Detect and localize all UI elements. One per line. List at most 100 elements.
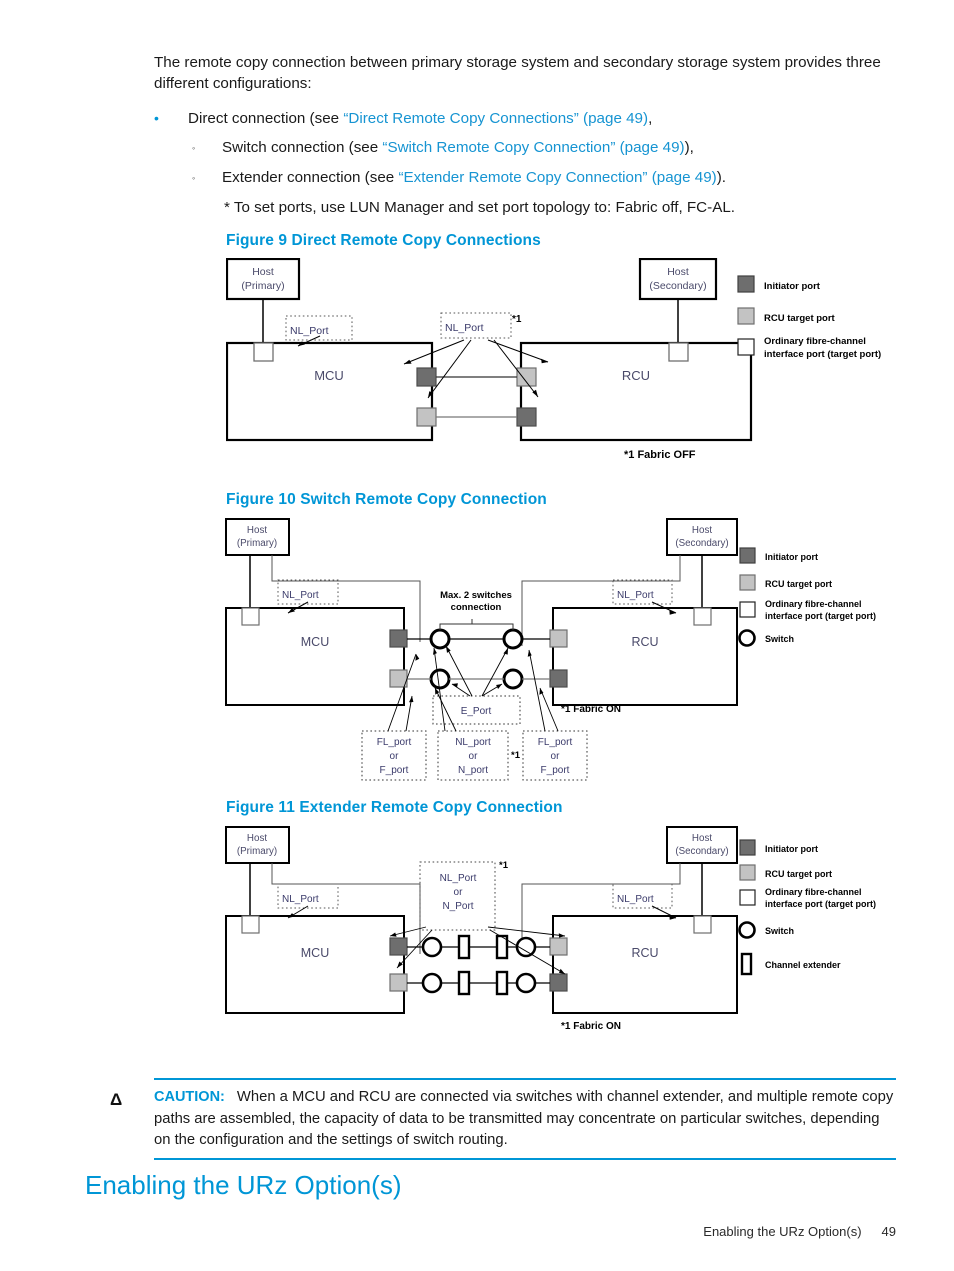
- legend-switch-label: Switch: [765, 926, 794, 936]
- mcu-initiator-port: [389, 937, 408, 956]
- callout-nl-port-left-label: NL_Port: [290, 325, 329, 337]
- mcu-ordinary-port: [241, 915, 260, 934]
- configuration-list: • Direct connection (see “Direct Remote …: [154, 108, 904, 226]
- legend-switch-label: Switch: [765, 634, 794, 644]
- section-heading: Enabling the URz Option(s): [85, 1170, 402, 1200]
- link-extender-remote-copy-connection[interactable]: “Extender Remote Copy Connection” (page …: [398, 169, 716, 186]
- callout-fl-port-left: FL_port or F_port: [361, 730, 427, 781]
- extender-bottom-left: [457, 970, 471, 996]
- callout-e-port-label: E_Port: [461, 706, 492, 717]
- callout-nl-n-port-mid: NL_Port or N_Port *1: [389, 860, 566, 975]
- callout-nl-port-mid-sup: *1: [512, 314, 522, 325]
- list-item-text: Switch connection (see “Switch Remote Co…: [222, 137, 904, 158]
- mcu-initiator-port: [416, 367, 437, 387]
- list-item: ◦ Extender connection (see “Extender Rem…: [154, 167, 904, 189]
- extender-bottom-right: [495, 970, 509, 996]
- document-page: The remote copy connection between prima…: [0, 0, 954, 1271]
- link-direct-remote-copy-connections[interactable]: “Direct Remote Copy Connections” (page 4…: [343, 110, 648, 127]
- intro-paragraph: The remote copy connection between prima…: [154, 54, 881, 92]
- legend-ordinary-label: Ordinary fibre-channel: [765, 599, 862, 609]
- nl-mid-sup: *1: [511, 750, 521, 761]
- fabric-note: *1 Fabric ON: [561, 704, 621, 715]
- mcu-initiator-port: [389, 629, 408, 648]
- rcu-target-port: [516, 367, 537, 387]
- callout-mid-line2: or: [454, 887, 464, 898]
- host-primary-line1: Host: [247, 833, 267, 844]
- max-switches-line2: connection: [451, 602, 502, 613]
- link-switch-remote-copy-connection[interactable]: “Switch Remote Copy Connection” (page 49…: [382, 139, 684, 156]
- host-primary-box: Host (Primary): [225, 518, 290, 556]
- legend-rcu-target-label: RCU target port: [765, 869, 832, 879]
- host-secondary-line2: (Secondary): [675, 846, 728, 857]
- host-primary-line1: Host: [252, 266, 274, 278]
- host-primary-box: Host (Primary): [225, 826, 290, 864]
- legend-rcu-target-swatch: [739, 574, 756, 591]
- callout-nl-port-right-label: NL_Port: [617, 894, 654, 905]
- figure-10-diagram: Host (Primary) Host (Secondary) MCU RCU: [220, 518, 910, 783]
- rcu-initiator-port: [549, 669, 568, 688]
- mcu-label: MCU: [301, 635, 329, 649]
- bullet-marker-icon: ◦: [192, 173, 196, 183]
- rcu-initiator-port: [549, 973, 568, 992]
- legend-initiator-swatch: [739, 547, 756, 564]
- legend-rcu-target-label: RCU target port: [764, 313, 836, 324]
- footer-page-number: 49: [881, 1224, 896, 1239]
- host-primary-line2: (Primary): [241, 280, 284, 292]
- nl-mid-line1: NL_port: [455, 737, 491, 748]
- figure-11-legend: Initiator port RCU target port Ordinary …: [738, 839, 876, 976]
- fl-right-line3: F_port: [541, 765, 570, 776]
- host-secondary-box: Host (Secondary): [666, 826, 738, 864]
- mcu-label: MCU: [314, 368, 344, 383]
- callout-fl-port-right: FL_port or F_port: [522, 730, 588, 781]
- callout-pointer-lines: [387, 647, 559, 732]
- callout-nl-port-right-label: NL_Port: [617, 590, 654, 601]
- figure-10-caption: Figure 10 Switch Remote Copy Connection: [226, 491, 547, 508]
- figure-9-caption: Figure 9 Direct Remote Copy Connections: [226, 232, 541, 249]
- caution-block: Δ CAUTION: When a MCU and RCU are connect…: [110, 1078, 896, 1160]
- legend-initiator-label: Initiator port: [764, 281, 821, 292]
- max-switches-line1: Max. 2 switches: [440, 590, 512, 601]
- rcu-target-port: [549, 629, 568, 648]
- host-secondary-line2: (Secondary): [675, 538, 728, 549]
- legend-ordinary-label: Ordinary fibre-channel: [765, 887, 862, 897]
- caution-message: When a MCU and RCU are connected via swi…: [154, 1089, 894, 1148]
- fl-right-line2: or: [551, 751, 561, 762]
- callout-nl-port-mid: NL_port or N_port *1: [437, 730, 521, 781]
- mcu-ordinary-port: [253, 342, 274, 362]
- figure-9-diagram: Host (Primary) Host (Secondary) MCU RCU: [226, 258, 906, 470]
- host-secondary-line1: Host: [667, 266, 689, 278]
- callout-nl-port-left-label: NL_Port: [282, 590, 319, 601]
- bullet-marker-icon: ◦: [192, 143, 196, 153]
- callout-mid-sup: *1: [499, 860, 509, 871]
- fabric-note: *1 Fabric OFF: [624, 449, 696, 461]
- legend-rcu-target-swatch: [739, 864, 756, 881]
- host-primary-line2: (Primary): [237, 538, 277, 549]
- callout-nl-port-left: NL_Port: [277, 883, 339, 919]
- host-primary-box: Host (Primary): [226, 258, 301, 301]
- legend-switch-icon: [738, 629, 756, 647]
- rcu-initiator-port: [516, 407, 537, 427]
- callout-mid-line3: N_Port: [442, 901, 473, 912]
- page-footer: Enabling the URz Option(s) 49: [703, 1224, 896, 1239]
- bullet-marker-icon: •: [154, 110, 159, 126]
- switch-bottom-left: [429, 668, 451, 690]
- warning-triangle-icon: Δ: [110, 1090, 123, 1109]
- mcu-rcu-target-port: [416, 407, 437, 427]
- legend-initiator-swatch: [739, 839, 756, 856]
- legend-ordinary-swatch: [737, 338, 755, 356]
- switch-top-left: [421, 936, 443, 958]
- host-secondary-box: Host (Secondary): [666, 518, 738, 556]
- switch-bottom-right: [502, 668, 524, 690]
- nl-mid-line3: N_port: [458, 765, 488, 776]
- legend-ordinary-swatch: [739, 889, 756, 906]
- list-item-suffix: ),: [684, 139, 694, 156]
- legend-ordinary-label2: interface port (target port): [765, 611, 876, 621]
- rcu-ordinary-port: [693, 607, 712, 626]
- rcu-label: RCU: [631, 946, 658, 960]
- legend-rcu-target-label: RCU target port: [765, 579, 832, 589]
- legend-rcu-target-swatch: [737, 307, 755, 325]
- legend-ordinary-label2: interface port (target port): [765, 899, 876, 909]
- footer-title: Enabling the URz Option(s): [703, 1224, 862, 1239]
- caution-label: CAUTION:: [154, 1089, 225, 1105]
- fl-left-line2: or: [390, 751, 400, 762]
